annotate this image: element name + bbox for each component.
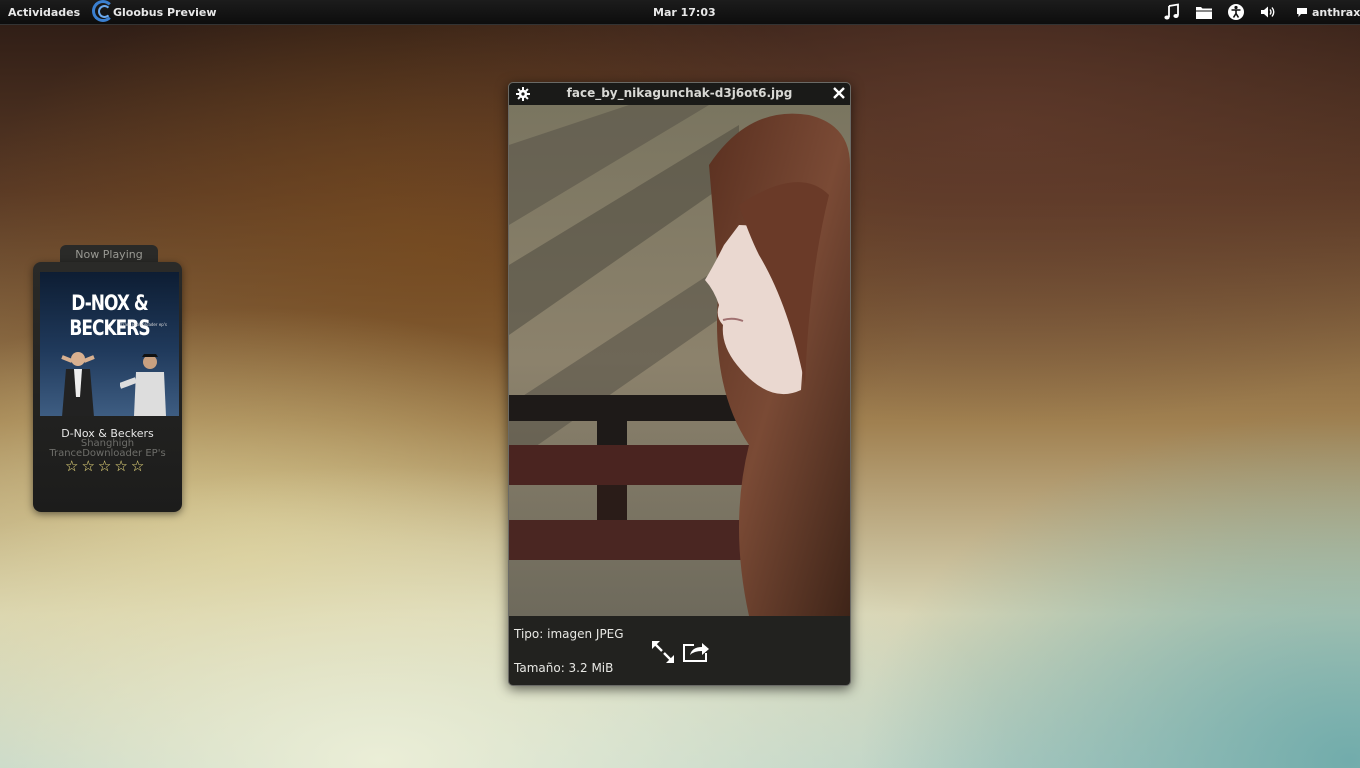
star-icon[interactable]: ☆ [81, 459, 94, 474]
preview-image[interactable] [509, 105, 850, 616]
user-name: anthrax [1312, 6, 1360, 19]
rating-stars[interactable]: ☆ ☆ ☆ ☆ ☆ [65, 459, 144, 474]
app-menu[interactable]: Gloobus Preview [92, 0, 217, 24]
gear-icon[interactable] [515, 86, 531, 102]
file-size-label: Tamaño: 3.2 MiB [514, 661, 614, 675]
star-icon[interactable]: ☆ [65, 459, 78, 474]
album-art[interactable]: D-NOX & BECKERS trancedownloader ep's [40, 272, 179, 416]
top-panel: Actividades Gloobus Preview Mar 17:03 an… [0, 0, 1360, 25]
activities-button[interactable]: Actividades [8, 6, 80, 19]
star-icon[interactable]: ☆ [98, 459, 111, 474]
accessibility-icon[interactable] [1227, 3, 1245, 21]
open-external-icon[interactable] [682, 639, 710, 663]
now-playing-widget: D-NOX & BECKERS trancedownloader ep's D-… [33, 262, 182, 512]
fullscreen-icon[interactable] [650, 639, 676, 665]
preview-title: face_by_nikagunchak-d3j6ot6.jpg [566, 86, 793, 100]
file-type-label: Tipo: imagen JPEG [514, 627, 624, 641]
star-icon[interactable]: ☆ [131, 459, 144, 474]
album-art-title: D-NOX & BECKERS [69, 291, 150, 341]
gloobus-logo-icon [92, 0, 116, 24]
star-icon[interactable]: ☆ [114, 459, 127, 474]
preview-window: face_by_nikagunchak-d3j6ot6.jpg Tipo: im… [508, 82, 851, 686]
clock[interactable]: Mar 17:03 [653, 6, 716, 19]
album-art-figure-right [120, 354, 166, 416]
app-name: Gloobus Preview [113, 5, 217, 19]
preview-titlebar[interactable]: face_by_nikagunchak-d3j6ot6.jpg [509, 83, 850, 105]
close-icon[interactable] [831, 85, 847, 101]
album-art-subtitle: trancedownloader ep's [121, 322, 167, 327]
folder-icon[interactable] [1195, 3, 1213, 21]
album-art-figure-left [61, 352, 95, 416]
user-menu[interactable]: anthrax [1296, 6, 1360, 19]
music-icon[interactable] [1163, 3, 1181, 21]
volume-icon[interactable] [1259, 3, 1277, 21]
chat-icon [1297, 8, 1307, 17]
